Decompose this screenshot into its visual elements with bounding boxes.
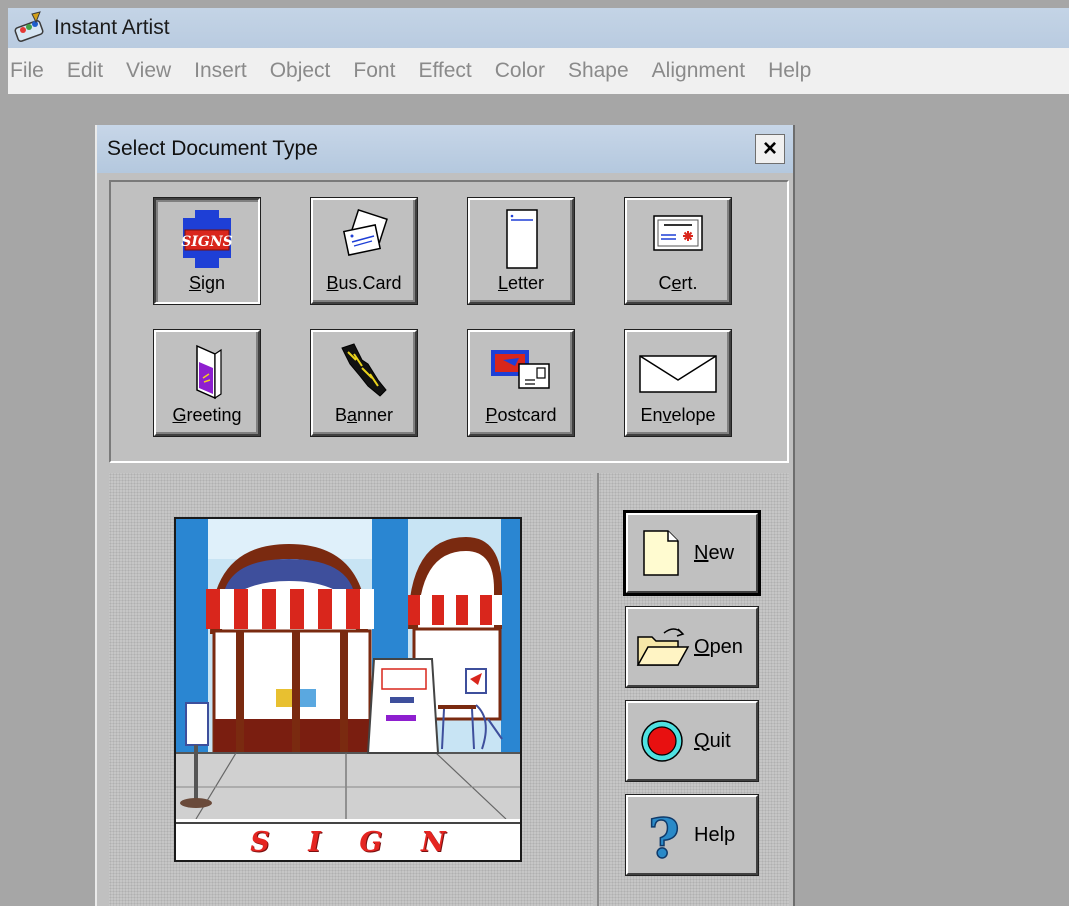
banner-button[interactable]: Banner [311, 330, 417, 436]
close-icon: × [762, 135, 777, 162]
envelope-icon [636, 340, 720, 402]
menu-object[interactable]: Object [270, 59, 331, 83]
envelope-button[interactable]: Envelope [625, 330, 731, 436]
certificate-icon [646, 208, 710, 270]
menu-edit[interactable]: Edit [67, 59, 103, 83]
quit-button[interactable]: Quit [626, 701, 758, 781]
open-folder-icon [634, 619, 690, 675]
close-button[interactable]: × [755, 134, 785, 164]
menu-bar: File Edit View Insert Object Font Effect… [8, 48, 1069, 94]
caption-letter: G [359, 826, 383, 858]
app-title: Instant Artist [54, 16, 170, 39]
letter-button[interactable]: Letter [468, 198, 574, 304]
menu-help[interactable]: Help [768, 59, 811, 83]
preview-caption: S I G N [176, 822, 520, 860]
postcard-icon [489, 340, 553, 402]
caption-letter: S [250, 826, 270, 858]
business-card-button[interactable]: Bus.Card [311, 198, 417, 304]
caption-letter: N [421, 826, 446, 858]
actions-panel: New Open Quit ? Help [597, 473, 789, 906]
certificate-label: Cert. [658, 273, 698, 293]
envelope-label: Envelope [640, 405, 716, 425]
new-label: New [694, 541, 735, 564]
quit-stop-icon [634, 713, 690, 769]
greeting-label: Greeting [172, 405, 242, 425]
svg-text:SIGNS: SIGNS [181, 234, 233, 250]
business-card-label: Bus.Card [326, 273, 402, 293]
letter-icon [489, 208, 553, 270]
open-label: Open [694, 635, 743, 658]
sign-button[interactable]: SIGNS Sign [154, 198, 260, 304]
dialog-titlebar[interactable]: Select Document Type × [97, 125, 793, 173]
help-label: Help [694, 823, 736, 846]
svg-text:?: ? [648, 807, 680, 863]
menu-insert[interactable]: Insert [194, 59, 247, 83]
menu-effect[interactable]: Effect [418, 59, 471, 83]
postcard-button[interactable]: Postcard [468, 330, 574, 436]
business-card-icon [332, 208, 396, 270]
new-document-icon [634, 525, 690, 581]
dialog-title: Select Document Type [107, 137, 318, 160]
restaurant-storefront-illustration [176, 519, 520, 819]
preview-panel: S I G N [109, 473, 593, 906]
sign-label: Sign [188, 273, 226, 293]
new-button[interactable]: New [626, 513, 758, 593]
caption-letter: I [308, 826, 321, 858]
greeting-card-icon [175, 340, 239, 402]
quit-label: Quit [694, 729, 731, 752]
open-button[interactable]: Open [626, 607, 758, 687]
menu-shape[interactable]: Shape [568, 59, 629, 83]
document-types-panel: SIGNS Sign Bus.Card Letter Cert. Greetin… [109, 180, 789, 463]
banner-icon [332, 340, 396, 402]
select-document-type-dialog: Select Document Type × SIGNS Sign Bus.Ca… [95, 125, 795, 906]
help-question-icon: ? [634, 805, 690, 871]
menu-file[interactable]: File [10, 59, 44, 83]
menu-font[interactable]: Font [353, 59, 395, 83]
instant-artist-icon [10, 10, 48, 46]
app-titlebar: Instant Artist [8, 8, 1069, 48]
postcard-label: Postcard [485, 405, 557, 425]
certificate-button[interactable]: Cert. [625, 198, 731, 304]
signs-icon: SIGNS [175, 208, 239, 270]
menu-color[interactable]: Color [495, 59, 545, 83]
menu-alignment[interactable]: Alignment [652, 59, 745, 83]
menu-view[interactable]: View [126, 59, 171, 83]
banner-label: Banner [334, 405, 394, 425]
greeting-button[interactable]: Greeting [154, 330, 260, 436]
help-button[interactable]: ? Help [626, 795, 758, 875]
letter-label: Letter [497, 273, 545, 293]
sign-preview-image: S I G N [174, 517, 522, 862]
